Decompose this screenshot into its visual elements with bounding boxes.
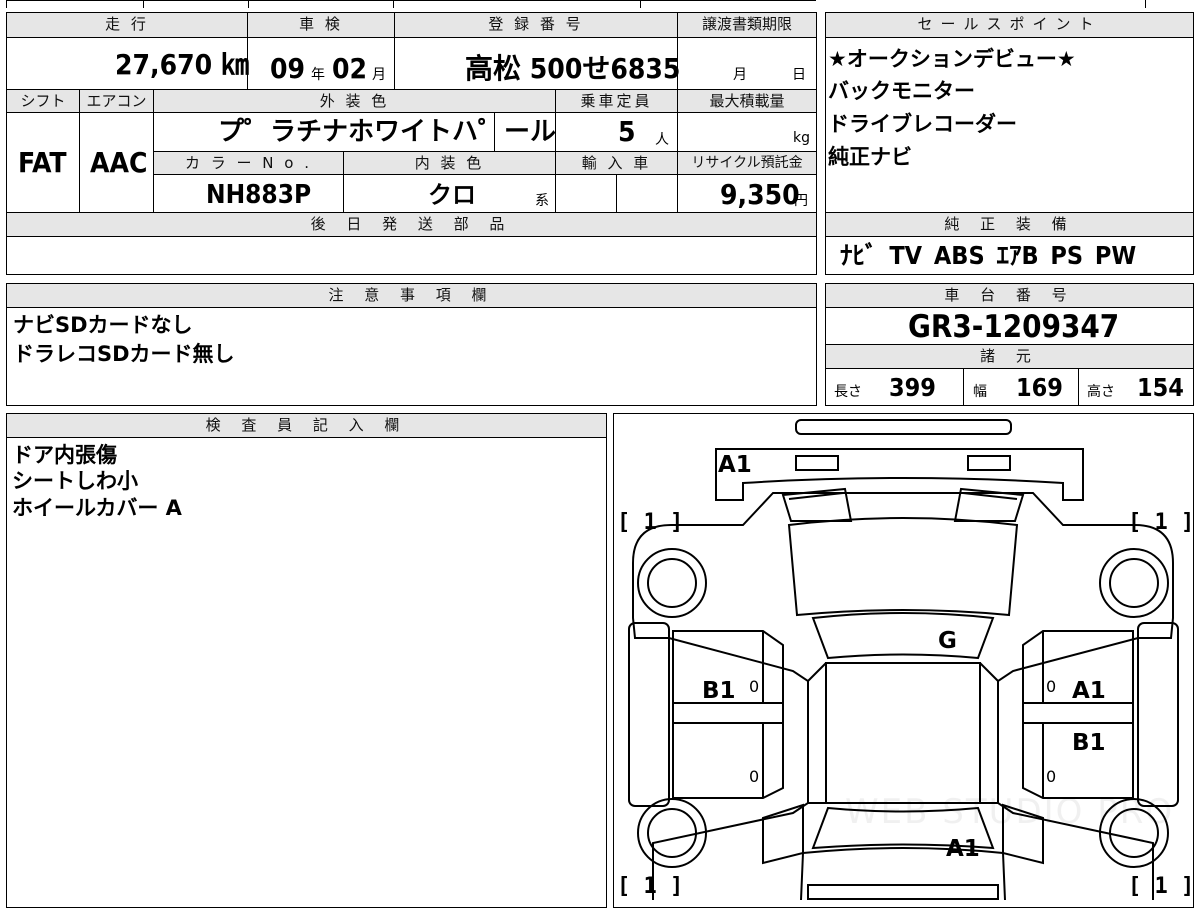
mileage-value: 27,670 ㎞ bbox=[115, 48, 249, 81]
genuine-equipment-value: ﾅﾋﾞ TV ABS ｴｱB PS PW bbox=[840, 241, 1137, 270]
exterior-color-header: 外 装 色 bbox=[154, 90, 555, 112]
interior-color-value: クロ bbox=[428, 181, 476, 209]
caution-header: 注 意 事 項 欄 bbox=[7, 284, 816, 307]
chassis-header: 車 台 番 号 bbox=[826, 284, 1193, 307]
damage-front-bumper: A1 bbox=[718, 452, 752, 478]
inspector-line: ホイールカバー A bbox=[12, 496, 182, 520]
sales-points-header: セールスポイント bbox=[826, 13, 1193, 37]
interior-color-header: 内 装 色 bbox=[344, 152, 555, 174]
wheel-mark-rear-right: [ 1 ] bbox=[1128, 874, 1195, 899]
sales-point-item: バックモニター bbox=[828, 79, 975, 103]
watermark: WEB STUDIO PRO bbox=[845, 792, 1175, 832]
damage-left-front-door: B1 bbox=[702, 678, 736, 704]
length-label: 長さ bbox=[834, 384, 862, 400]
recycle-value: 9,350 bbox=[720, 178, 800, 211]
damage-rear: A1 bbox=[946, 836, 980, 862]
later-parts-header: 後 日 発 送 部 品 bbox=[7, 213, 816, 236]
inspector-line: シートしわ小 bbox=[12, 469, 138, 493]
inspector-header: 検 査 員 記 入 欄 bbox=[7, 414, 606, 437]
inspection-month: 02 bbox=[332, 52, 368, 85]
registration-value: 高松 500せ6835 bbox=[465, 52, 681, 85]
aircon-header: エアコン bbox=[80, 90, 153, 112]
specs-header: 諸 元 bbox=[826, 345, 1193, 368]
caution-line: ナビSDカードなし bbox=[13, 313, 193, 337]
sales-point-item: 純正ナビ bbox=[828, 145, 912, 169]
wheel-mark-rear-left: [ 1 ] bbox=[617, 874, 684, 899]
width-label: 幅 bbox=[973, 384, 987, 400]
transfer-day-unit: 日 bbox=[792, 67, 806, 83]
color-no-header: カ ラ ー N o . bbox=[154, 152, 343, 174]
shift-header: シフト bbox=[7, 90, 79, 112]
damage-right-front-door: A1 bbox=[1072, 678, 1106, 704]
height-label: 高さ bbox=[1087, 384, 1115, 400]
mileage-header: 走 行 bbox=[7, 13, 247, 37]
max-load-header: 最大積載量 bbox=[678, 90, 816, 112]
zero-mark: 0 bbox=[1046, 677, 1057, 696]
inspection-month-unit: 月 bbox=[372, 67, 386, 83]
length-value: 399 bbox=[889, 373, 936, 402]
recycle-header: リサイクル預託金 bbox=[678, 152, 816, 174]
zero-mark: 0 bbox=[749, 767, 760, 786]
damage-right-rear-door: B1 bbox=[1072, 730, 1106, 756]
chassis-value: GR3-1209347 bbox=[908, 309, 1120, 345]
transfer-docs-header: 譲渡書類期限 bbox=[678, 13, 816, 37]
sales-point-item: ドライブレコーダー bbox=[828, 112, 1017, 136]
zero-mark: 0 bbox=[749, 677, 760, 696]
wheel-mark-front-right: [ 1 ] bbox=[1128, 510, 1195, 535]
sales-point-item: ★オークションデビュー★ bbox=[828, 47, 1076, 71]
width-value: 169 bbox=[1016, 373, 1063, 402]
inspection-year: 09 bbox=[270, 52, 306, 85]
max-load-unit: kg bbox=[793, 130, 810, 146]
damage-hood: G bbox=[938, 628, 957, 654]
inspection-header: 車 検 bbox=[248, 13, 394, 37]
capacity-header: 乗車定員 bbox=[556, 90, 677, 112]
transfer-month-unit: 月 bbox=[733, 67, 747, 83]
aircon-value: AAC bbox=[90, 146, 148, 179]
interior-color-suffix: 系 bbox=[535, 193, 549, 209]
shift-value: FAT bbox=[18, 146, 67, 179]
capacity-value: 5 bbox=[618, 115, 636, 148]
zero-mark: 0 bbox=[1046, 767, 1057, 786]
caution-line: ドラレコSDカード無し bbox=[13, 342, 235, 366]
color-no-value: NH883P bbox=[206, 180, 312, 210]
exterior-color-value: プ゜ラチナホワイトハ゜ール bbox=[218, 117, 557, 147]
inspection-year-unit: 年 bbox=[311, 67, 325, 83]
inspector-line: ドア内張傷 bbox=[12, 443, 117, 467]
import-header: 輸 入 車 bbox=[556, 152, 677, 174]
recycle-unit: 円 bbox=[794, 193, 808, 209]
genuine-equipment-header: 純 正 装 備 bbox=[826, 213, 1193, 236]
capacity-unit: 人 bbox=[655, 132, 669, 148]
wheel-mark-front-left: [ 1 ] bbox=[617, 510, 684, 535]
registration-header: 登 録 番 号 bbox=[395, 13, 677, 37]
height-value: 154 bbox=[1137, 373, 1184, 402]
